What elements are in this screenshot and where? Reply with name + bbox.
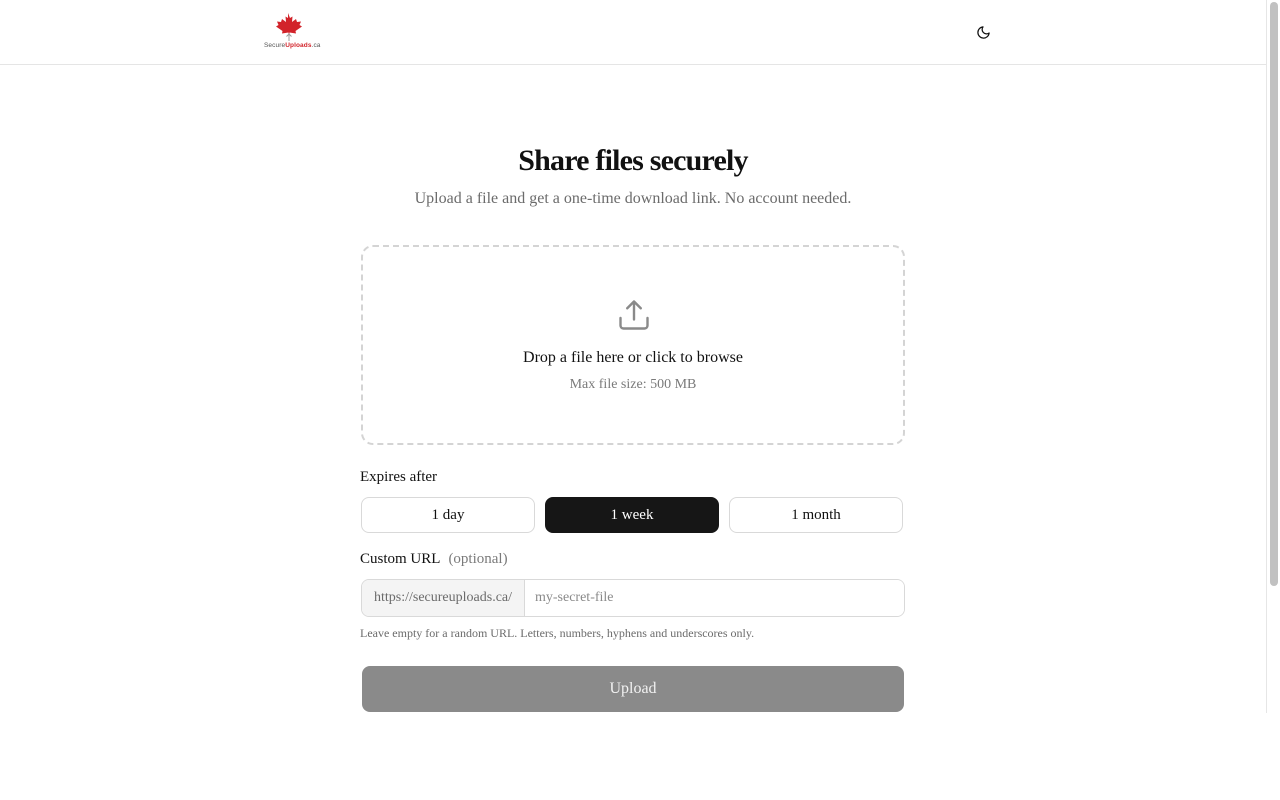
custom-url-label-text: Custom URL <box>360 551 441 567</box>
upload-icon <box>619 300 649 330</box>
custom-url-help: Leave empty for a random URL. Letters, n… <box>360 626 755 640</box>
logo-wordmark: SecureUploads.ca <box>264 42 326 49</box>
moon-icon <box>976 25 990 39</box>
page-title: Share files securely <box>518 144 748 177</box>
expires-label: Expires after <box>360 469 438 485</box>
custom-url-field: https://secureuploads.ca/ <box>361 579 905 617</box>
upload-button[interactable]: Upload <box>362 666 904 712</box>
logo-text-uploads: Uploads <box>285 42 312 49</box>
logo-text-secure: Secure <box>264 42 286 49</box>
site-logo[interactable]: SecureUploads.ca <box>264 11 326 53</box>
file-dropzone[interactable]: Drop a file here or click to browse Max … <box>361 245 905 445</box>
custom-url-label: Custom URL (optional) <box>360 551 508 568</box>
scrollbar-thumb[interactable] <box>1270 2 1278 586</box>
page: SecureUploads.ca Share files securely Up… <box>0 0 1280 800</box>
logo-text-ca: .ca <box>311 42 321 49</box>
expiry-option-1-week[interactable]: 1 week <box>545 497 719 533</box>
custom-url-input[interactable] <box>525 580 904 616</box>
dropzone-max-size: Max file size: 500 MB <box>569 377 697 392</box>
expiry-option-1-month[interactable]: 1 month <box>729 497 903 533</box>
dropzone-title: Drop a file here or click to browse <box>523 349 743 366</box>
url-prefix: https://secureuploads.ca/ <box>362 580 525 616</box>
page-subtitle: Upload a file and get a one-time downloa… <box>414 190 852 207</box>
expiry-option-1-day[interactable]: 1 day <box>361 497 535 533</box>
custom-url-optional: (optional) <box>448 551 508 567</box>
maple-leaf-icon <box>276 13 302 41</box>
top-navbar: SecureUploads.ca <box>0 0 1266 65</box>
theme-toggle-button[interactable] <box>974 23 992 41</box>
vertical-scrollbar[interactable] <box>1266 0 1280 713</box>
